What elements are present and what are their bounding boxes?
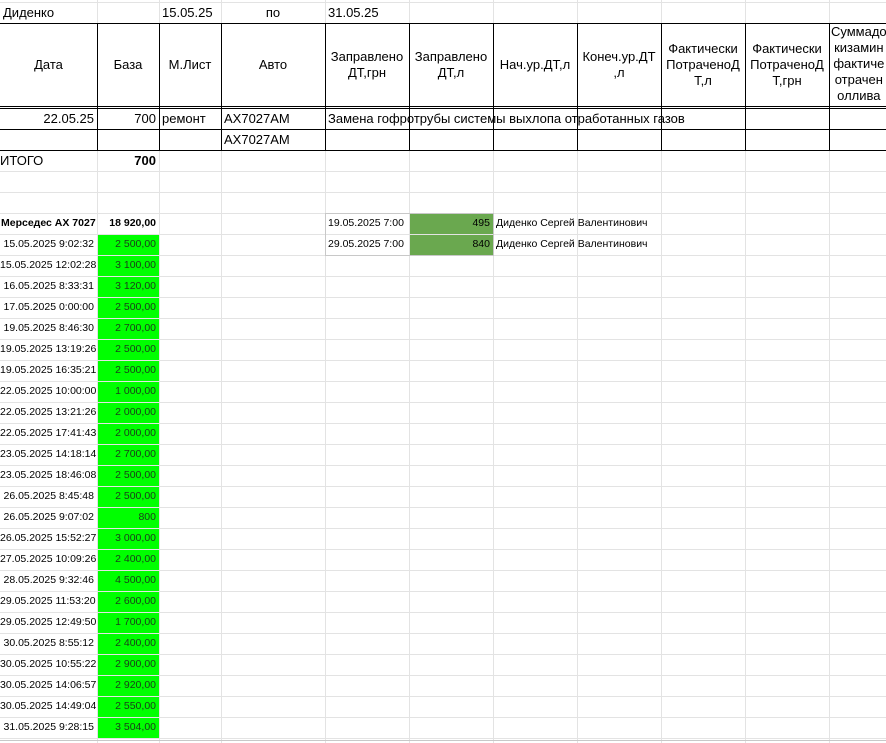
fuel-amount-cell[interactable]: 2 900,00 (97, 654, 159, 675)
fuel-sum-cell[interactable]: 18 920,00 (97, 213, 159, 234)
column-header[interactable]: Заправлено ДТ,л (409, 24, 493, 106)
fuel-timestamp-cell[interactable]: 15.05.2025 9:02:32 (0, 234, 97, 255)
fuel-amount-cell[interactable]: 2 500,00 (97, 339, 159, 360)
grid-row-line (0, 738, 886, 739)
fuel-amount-cell[interactable]: 1 700,00 (97, 612, 159, 633)
fuel-amount-cell[interactable]: 2 600,00 (97, 591, 159, 612)
fuel-timestamp-cell[interactable]: 27.05.2025 10:09:26 (0, 549, 97, 570)
fuel-amount-cell[interactable]: 2 000,00 (97, 423, 159, 444)
header-date-from-cell[interactable]: 15.05.25 (159, 2, 221, 23)
header-underline (0, 106, 886, 107)
fuel-amount-cell[interactable]: 2 500,00 (97, 465, 159, 486)
fuel-timestamp-cell[interactable]: 16.05.2025 8:33:31 (0, 276, 97, 297)
column-header[interactable]: Фактически ПотраченоД Т,л (661, 24, 745, 106)
header-date-sep-cell[interactable]: по (221, 2, 325, 23)
grid-row-line (0, 2, 886, 3)
grid-row-line (0, 171, 886, 172)
fuel-amount-cell[interactable]: 3 120,00 (97, 276, 159, 297)
fuel-amount-cell[interactable]: 2 000,00 (97, 402, 159, 423)
entry-sheet-cell[interactable] (159, 129, 221, 150)
side-driver-cell[interactable]: Диденко Сергей Валентинович (493, 213, 661, 234)
entry-base-cell[interactable] (97, 129, 159, 150)
fuel-timestamp-cell[interactable]: 17.05.2025 0:00:00 (0, 297, 97, 318)
fuel-amount-cell[interactable]: 2 500,00 (97, 486, 159, 507)
fuel-timestamp-cell[interactable]: 29.05.2025 11:53:20 (0, 591, 97, 612)
fuel-amount-cell[interactable]: 800 (97, 507, 159, 528)
entry-date-cell[interactable] (0, 129, 97, 150)
entry-auto-cell[interactable]: АХ7027АМ (221, 108, 325, 129)
total-value-cell[interactable]: 700 (97, 150, 159, 171)
fuel-timestamp-cell[interactable]: 26.05.2025 15:52:27 (0, 528, 97, 549)
column-header[interactable]: Суммадо кизамин фактиче отрачен оллива (829, 24, 886, 106)
fuel-amount-cell[interactable]: 2 920,00 (97, 675, 159, 696)
grid-row-line (0, 192, 886, 193)
column-header[interactable]: Конеч.ур.ДТ ,л (577, 24, 661, 106)
fuel-timestamp-cell[interactable]: 22.05.2025 13:21:26 (0, 402, 97, 423)
fuel-timestamp-cell[interactable]: 22.05.2025 17:41:43 (0, 423, 97, 444)
header-date-to-cell[interactable]: 31.05.25 (325, 2, 409, 23)
fuel-amount-cell[interactable]: 1 000,00 (97, 381, 159, 402)
fuel-amount-cell[interactable]: 2 500,00 (97, 360, 159, 381)
entry-base-cell[interactable]: 700 (97, 108, 159, 129)
fuel-amount-cell[interactable]: 2 400,00 (97, 549, 159, 570)
sheet-bottom-line (0, 740, 886, 741)
fuel-timestamp-cell[interactable]: 29.05.2025 12:49:50 (0, 612, 97, 633)
header-name-cell[interactable]: Диденко (0, 2, 97, 23)
fuel-vehicle-cell[interactable]: Мерседес АХ 7027 (0, 213, 97, 234)
fuel-amount-cell[interactable]: 2 500,00 (97, 297, 159, 318)
side-driver-cell[interactable]: Диденко Сергей Валентинович (493, 234, 661, 255)
fuel-timestamp-cell[interactable]: 26.05.2025 9:07:02 (0, 507, 97, 528)
fuel-amount-cell[interactable]: 2 550,00 (97, 696, 159, 717)
column-header[interactable]: База (97, 24, 159, 106)
fuel-timestamp-cell[interactable]: 30.05.2025 14:49:04 (0, 696, 97, 717)
fuel-amount-cell[interactable]: 3 504,00 (97, 717, 159, 738)
column-header[interactable]: Заправлено ДТ,грн (325, 24, 409, 106)
entry-note-cell[interactable] (325, 129, 829, 150)
fuel-amount-cell[interactable]: 2 700,00 (97, 318, 159, 339)
fuel-timestamp-cell[interactable]: 23.05.2025 18:46:08 (0, 465, 97, 486)
entry-date-cell[interactable]: 22.05.25 (0, 108, 97, 129)
fuel-amount-cell[interactable]: 3 000,00 (97, 528, 159, 549)
column-header[interactable]: Фактически ПотраченоД Т,грн (745, 24, 829, 106)
column-header[interactable]: Нач.ур.ДТ,л (493, 24, 577, 106)
fuel-amount-cell[interactable]: 4 500,00 (97, 570, 159, 591)
total-label-cell[interactable]: ИТОГО (0, 150, 97, 171)
fuel-timestamp-cell[interactable]: 19.05.2025 8:46:30 (0, 318, 97, 339)
fuel-timestamp-cell[interactable]: 15.05.2025 12:02:28 (0, 255, 97, 276)
fuel-timestamp-cell[interactable]: 31.05.2025 9:28:15 (0, 717, 97, 738)
fuel-amount-cell[interactable]: 2 700,00 (97, 444, 159, 465)
column-header[interactable]: М.Лист (159, 24, 221, 106)
column-header[interactable]: Дата (0, 24, 97, 106)
fuel-timestamp-cell[interactable]: 30.05.2025 8:55:12 (0, 633, 97, 654)
fuel-timestamp-cell[interactable]: 19.05.2025 16:35:21 (0, 360, 97, 381)
fuel-timestamp-cell[interactable]: 26.05.2025 8:45:48 (0, 486, 97, 507)
fuel-amount-cell[interactable]: 2 400,00 (97, 633, 159, 654)
fuel-timestamp-cell[interactable]: 22.05.2025 10:00:00 (0, 381, 97, 402)
fuel-timestamp-cell[interactable]: 30.05.2025 10:55:22 (0, 654, 97, 675)
fuel-amount-cell[interactable]: 2 500,00 (97, 234, 159, 255)
spreadsheet[interactable]: Диденко 15.05.25 по 31.05.25 Дата База М.Лист А… (0, 0, 886, 743)
entry-auto-cell[interactable]: АХ7027АМ (221, 129, 325, 150)
column-header[interactable]: Авто (221, 24, 325, 106)
fuel-timestamp-cell[interactable]: 19.05.2025 13:19:26 (0, 339, 97, 360)
fuel-timestamp-cell[interactable]: 23.05.2025 14:18:14 (0, 444, 97, 465)
fuel-amount-cell[interactable]: 3 100,00 (97, 255, 159, 276)
fuel-timestamp-cell[interactable]: 30.05.2025 14:06:57 (0, 675, 97, 696)
entry-note-cell[interactable]: Замена гофротрубы системы выхлопа отрабо… (325, 108, 829, 129)
side-records-border (325, 213, 494, 256)
entry-sheet-cell[interactable]: ремонт (159, 108, 221, 129)
fuel-timestamp-cell[interactable]: 28.05.2025 9:32:46 (0, 570, 97, 591)
